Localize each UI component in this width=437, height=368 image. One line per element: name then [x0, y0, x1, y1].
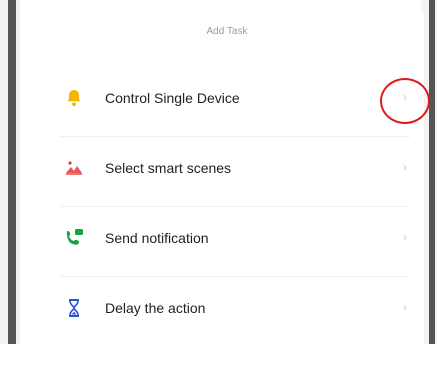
bell-icon	[64, 88, 84, 108]
option-label-send-notification: Send notification	[105, 230, 209, 246]
hourglass-icon	[64, 298, 84, 318]
chevron-right-icon: ›	[403, 230, 407, 244]
chevron-right-icon: ›	[403, 300, 407, 314]
add-task-option-select-smart-scenes[interactable]: Select smart scenes ›	[30, 158, 424, 228]
highlight-circle	[380, 78, 430, 124]
add-task-option-delay-the-action[interactable]: Delay the action ›	[30, 298, 424, 368]
option-label-delay-the-action: Delay the action	[105, 300, 206, 316]
add-task-option-control-single-device[interactable]: Control Single Device ›	[30, 88, 424, 158]
scene-icon	[64, 158, 84, 178]
right-edge-bar	[429, 0, 435, 344]
row-divider	[60, 136, 410, 137]
row-divider	[60, 276, 410, 277]
add-task-sheet: Add Task Control Single Device › Select …	[30, 0, 424, 344]
add-task-option-send-notification[interactable]: Send notification ›	[30, 228, 424, 298]
chevron-right-icon: ›	[403, 160, 407, 174]
left-edge-bar	[8, 0, 16, 344]
option-label-control-single-device: Control Single Device	[105, 90, 240, 106]
option-label-select-smart-scenes: Select smart scenes	[105, 160, 232, 176]
left-edge-strip	[0, 0, 20, 344]
row-divider	[60, 206, 410, 207]
sheet-title: Add Task	[206, 26, 248, 37]
notification-icon	[64, 228, 84, 248]
